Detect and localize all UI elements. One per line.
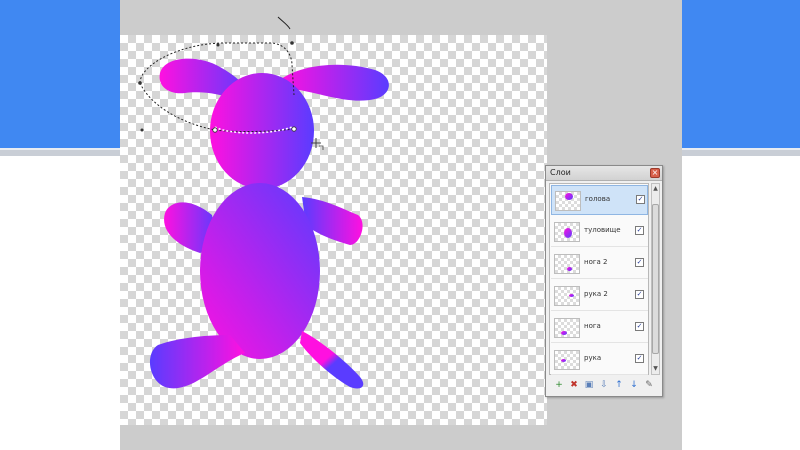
image-canvas[interactable]	[120, 16, 547, 425]
layer-thumbnail	[555, 191, 581, 211]
layer-name: рука	[584, 354, 602, 362]
merge-layer-icon[interactable]: ⇩	[598, 379, 610, 391]
checkbox-icon[interactable]: ✓	[635, 322, 644, 331]
checkbox-icon[interactable]: ✓	[635, 290, 644, 299]
path-anchor[interactable]	[138, 81, 142, 85]
path-anchor[interactable]	[291, 126, 297, 132]
close-icon[interactable]: ×	[650, 168, 660, 178]
scroll-down-icon[interactable]: ▼	[652, 365, 659, 373]
layer-row-leg[interactable]: нога ✓	[551, 313, 648, 343]
bunny-left-leg[interactable]	[149, 335, 245, 389]
layer-thumbnail	[554, 222, 580, 242]
layer-thumbnail	[554, 350, 580, 370]
scroll-up-icon[interactable]: ▲	[652, 185, 659, 193]
checkbox-icon[interactable]: ✓	[635, 226, 644, 235]
bunny-head[interactable]	[210, 73, 314, 189]
layer-thumbnail	[554, 318, 580, 338]
checkbox-icon[interactable]: ✓	[635, 258, 644, 267]
slide-rule-left	[0, 148, 120, 156]
slide-band-left	[0, 0, 120, 148]
layer-name: голова	[585, 195, 611, 203]
layer-row-head[interactable]: голова ✓	[551, 185, 648, 215]
layers-toolbar: + ✖ ▣ ⇩ ↑ ↓ ✎	[549, 378, 659, 393]
checkbox-icon[interactable]: ✓	[635, 354, 644, 363]
layer-name: нога	[584, 322, 601, 330]
bunny-artwork[interactable]	[120, 16, 547, 425]
layer-list: голова ✓ туловище ✓ нога 2 ✓ рука 2 ✓ но…	[549, 183, 649, 375]
layer-name: туловище	[584, 226, 621, 234]
duplicate-layer-icon[interactable]: ▣	[583, 379, 595, 391]
path-anchor[interactable]	[140, 128, 144, 132]
path-anchor[interactable]	[212, 127, 218, 133]
layer-name: нога 2	[584, 258, 608, 266]
layer-thumbnail	[554, 254, 580, 274]
bezier-handle[interactable]	[277, 16, 291, 30]
layer-list-scrollbar[interactable]: ▲ ▼	[651, 183, 660, 375]
path-anchor[interactable]	[290, 41, 294, 45]
arrow-down-icon[interactable]: ↓	[628, 379, 640, 391]
layers-panel: Слои × голова ✓ туловище ✓ нога 2 ✓ рука…	[545, 165, 663, 397]
path-anchor[interactable]	[216, 43, 220, 47]
delete-layer-icon[interactable]: ✖	[568, 379, 580, 391]
slide-band-right	[682, 0, 800, 148]
layer-row-arm-2[interactable]: рука 2 ✓	[551, 281, 648, 311]
slide-rule-right	[682, 148, 800, 156]
arrow-up-icon[interactable]: ↑	[613, 379, 625, 391]
layer-row-leg-2[interactable]: нога 2 ✓	[551, 249, 648, 279]
layer-row-arm[interactable]: рука ✓	[551, 345, 648, 375]
checkbox-icon[interactable]: ✓	[636, 195, 645, 204]
layers-panel-title: Слои	[550, 168, 571, 177]
layer-name: рука 2	[584, 290, 608, 298]
add-layer-icon[interactable]: +	[553, 379, 565, 391]
layer-row-body[interactable]: туловище ✓	[551, 217, 648, 247]
properties-icon[interactable]: ✎	[643, 379, 655, 391]
bunny-right-leg[interactable]	[300, 331, 364, 389]
scroll-thumb[interactable]	[652, 204, 659, 354]
layers-panel-titlebar[interactable]: Слои ×	[546, 166, 662, 181]
layer-thumbnail	[554, 286, 580, 306]
